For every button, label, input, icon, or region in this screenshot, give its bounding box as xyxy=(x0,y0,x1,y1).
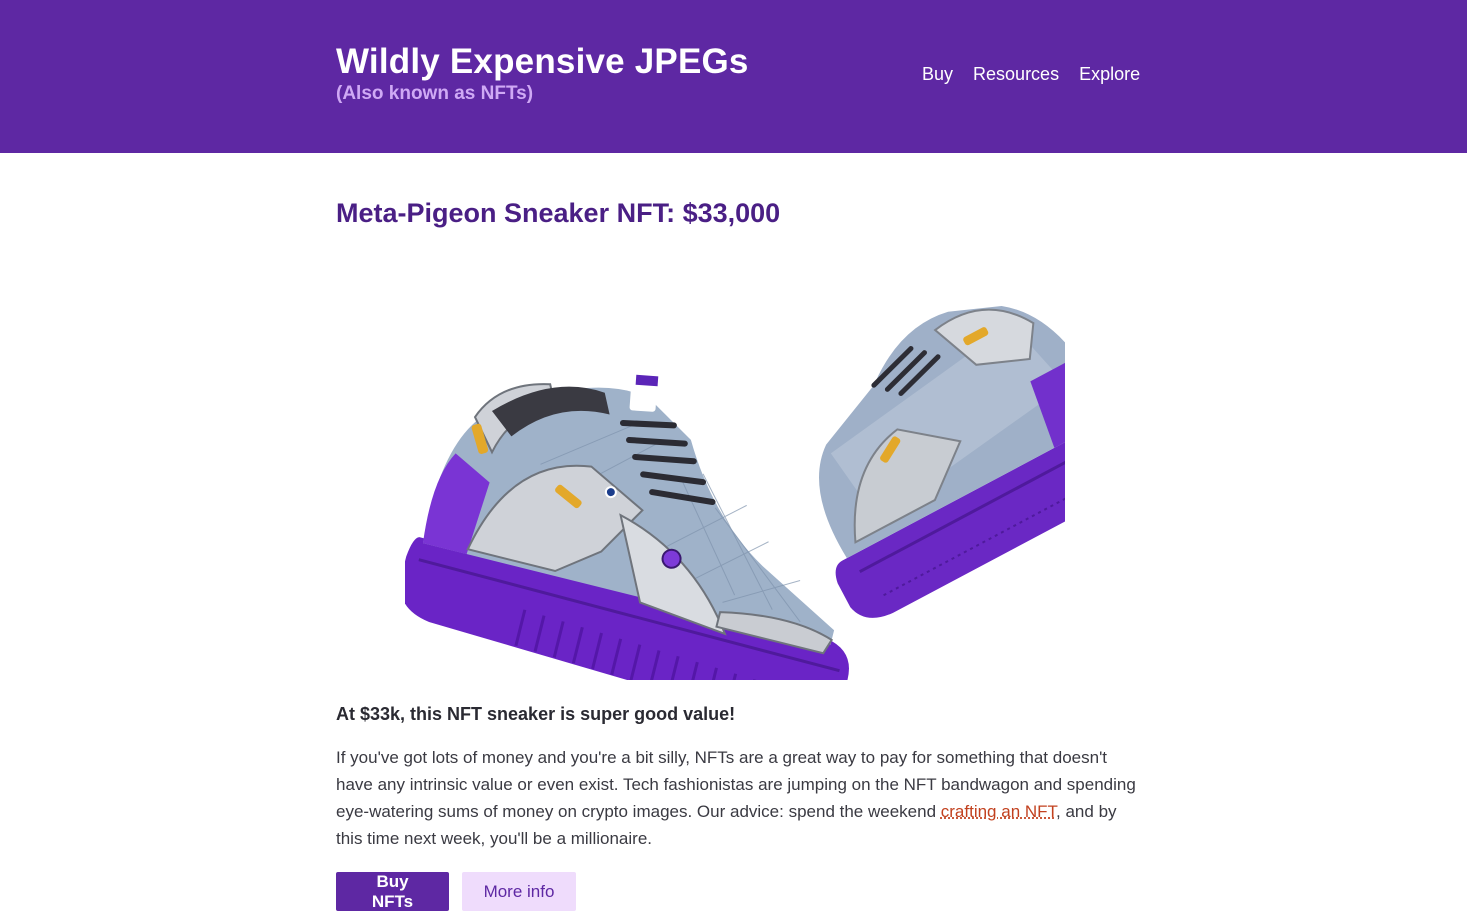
more-info-button[interactable]: More info xyxy=(462,872,576,911)
sneaker-image xyxy=(405,305,1065,680)
product-title: Meta-Pigeon Sneaker NFT: $33,000 xyxy=(336,198,781,228)
back-sneaker-illustration xyxy=(819,305,1065,618)
site-header: Wildly Expensive JPEGs (Also known as NF… xyxy=(0,0,1467,153)
nav-link-explore[interactable]: Explore xyxy=(1079,64,1140,85)
site-title: Wildly Expensive JPEGs xyxy=(336,42,749,81)
buy-nfts-button[interactable]: Buy NFTs xyxy=(336,872,449,911)
product-description: If you've got lots of money and you're a… xyxy=(336,744,1136,852)
nav-link-resources[interactable]: Resources xyxy=(973,64,1059,85)
crafting-nft-link[interactable]: crafting an NFT xyxy=(941,802,1056,821)
main-nav: Buy Resources Explore xyxy=(922,64,1140,85)
nav-link-buy[interactable]: Buy xyxy=(922,64,953,85)
site-subtitle: (Also known as NFTs) xyxy=(336,83,534,104)
product-tagline: At $33k, this NFT sneaker is super good … xyxy=(336,704,736,724)
